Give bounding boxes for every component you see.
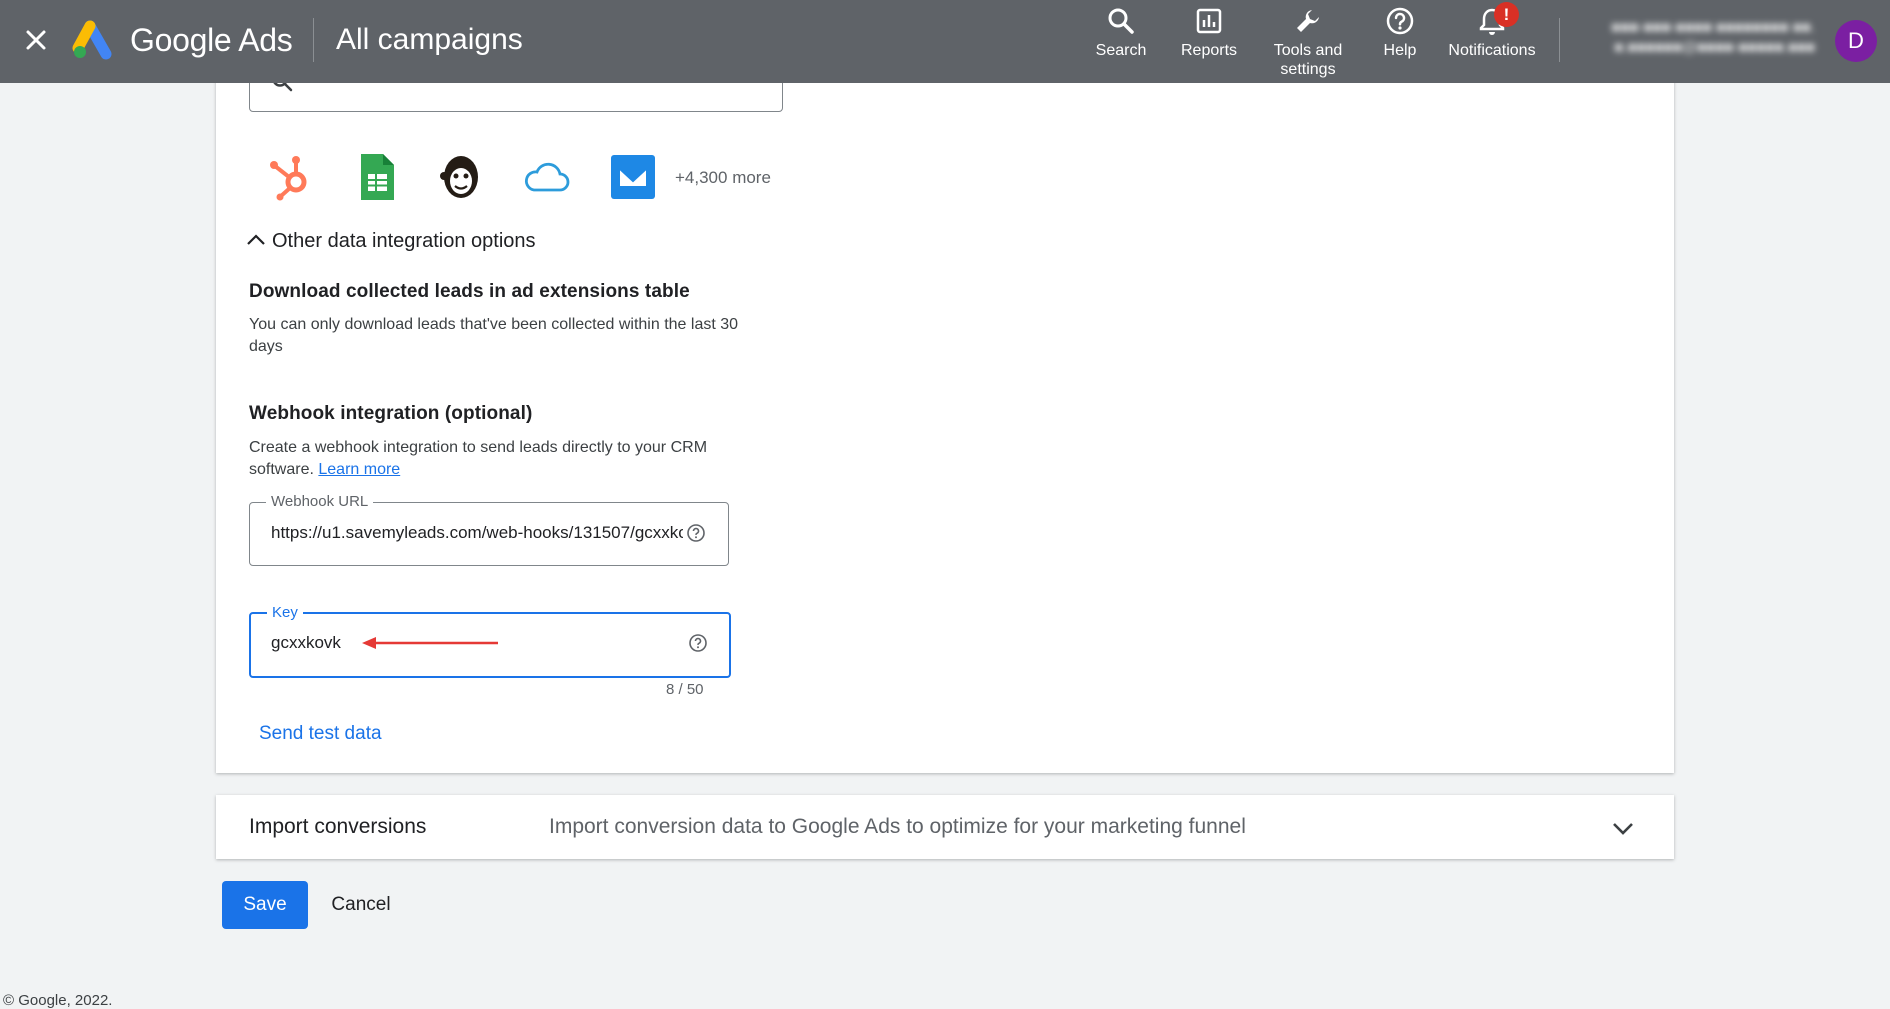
account-divider [1559,18,1560,62]
help-circle-icon[interactable] [686,523,706,543]
cloud-icon[interactable] [522,152,572,202]
account-email-redacted: ■.■■■■■■@■■■■-■■■■■.■■■ [1614,39,1815,56]
top-bar: Google Ads All campaigns Search Reports … [0,0,1890,83]
brand-name: Google Ads [130,22,293,58]
nav-search[interactable]: Search [1093,6,1149,60]
google-sheets-icon[interactable] [352,152,402,202]
reports-icon [1196,8,1222,34]
nav-notifications[interactable]: ! Notifications [1443,2,1541,60]
nav-reports-label: Reports [1180,42,1238,59]
webhook-description: Create a webhook integration to send lea… [249,437,739,481]
search-icon [1108,8,1134,34]
nav-reports[interactable]: Reports [1175,6,1243,60]
nav-help[interactable]: Help [1375,6,1425,60]
send-test-data-button[interactable]: Send test data [259,723,382,745]
wrench-icon [1297,10,1319,32]
import-conversions-description: Import conversion data to Google Ads to … [549,815,1246,838]
mailchimp-icon[interactable] [436,152,486,202]
close-icon[interactable] [20,24,52,56]
cancel-button[interactable]: Cancel [318,881,404,929]
import-conversions-title: Import conversions [249,815,427,838]
chevron-down-icon[interactable] [1609,814,1637,842]
webhook-key-label: Key [267,603,303,623]
avatar[interactable]: D [1835,20,1877,62]
help-icon [1386,7,1414,35]
key-character-counter: 8 / 50 [666,681,704,698]
red-arrow-annotation [362,637,498,649]
page-title: All campaigns [336,23,523,56]
download-leads-title: Download collected leads in ad extension… [249,281,690,302]
notification-badge: ! [1494,2,1519,27]
copyright-footer: © Google, 2022. [3,992,113,1009]
nav-notifications-label: Notifications [1448,42,1536,59]
nav-tools-label: Tools and settings [1269,41,1347,79]
webhook-title: Webhook integration (optional) [249,403,533,424]
other-options-toggle[interactable]: Other data integration options [246,228,536,254]
more-integrations-link[interactable]: +4,300 more [675,168,771,188]
download-leads-description: You can only download leads that've been… [249,316,739,355]
import-conversions-panel[interactable]: Import conversions Import conversion dat… [216,795,1674,859]
save-button[interactable]: Save [222,881,308,929]
webhook-url-field[interactable]: Webhook URL https://u1.savemyleads.com/w… [249,492,729,566]
chevron-up-icon [247,234,265,245]
nav-tools-settings[interactable]: Tools and settings [1269,6,1347,79]
nav-search-label: Search [1095,42,1147,59]
webhook-url-value[interactable]: https://u1.savemyleads.com/web-hooks/131… [271,523,683,543]
help-circle-icon[interactable] [688,633,708,653]
webhook-url-label: Webhook URL [266,492,374,512]
nav-tools-label-line1: Tools and [1273,42,1343,59]
nav-help-label: Help [1383,42,1417,59]
other-options-label: Other data integration options [272,230,536,252]
title-divider [313,18,314,62]
account-id-redacted: ■■■-■■■-■■■■ ■■■■■■■■ ■■. [1611,19,1815,36]
account-info-blurred[interactable]: ■■■-■■■-■■■■ ■■■■■■■■ ■■. ■.■■■■■■@■■■■-… [1583,18,1815,58]
learn-more-link[interactable]: Learn more [318,461,400,478]
nav-tools-label-line2: settings [1280,61,1336,78]
google-ads-logo-icon [72,20,112,60]
email-icon[interactable] [608,152,658,202]
hubspot-icon[interactable] [266,152,316,202]
